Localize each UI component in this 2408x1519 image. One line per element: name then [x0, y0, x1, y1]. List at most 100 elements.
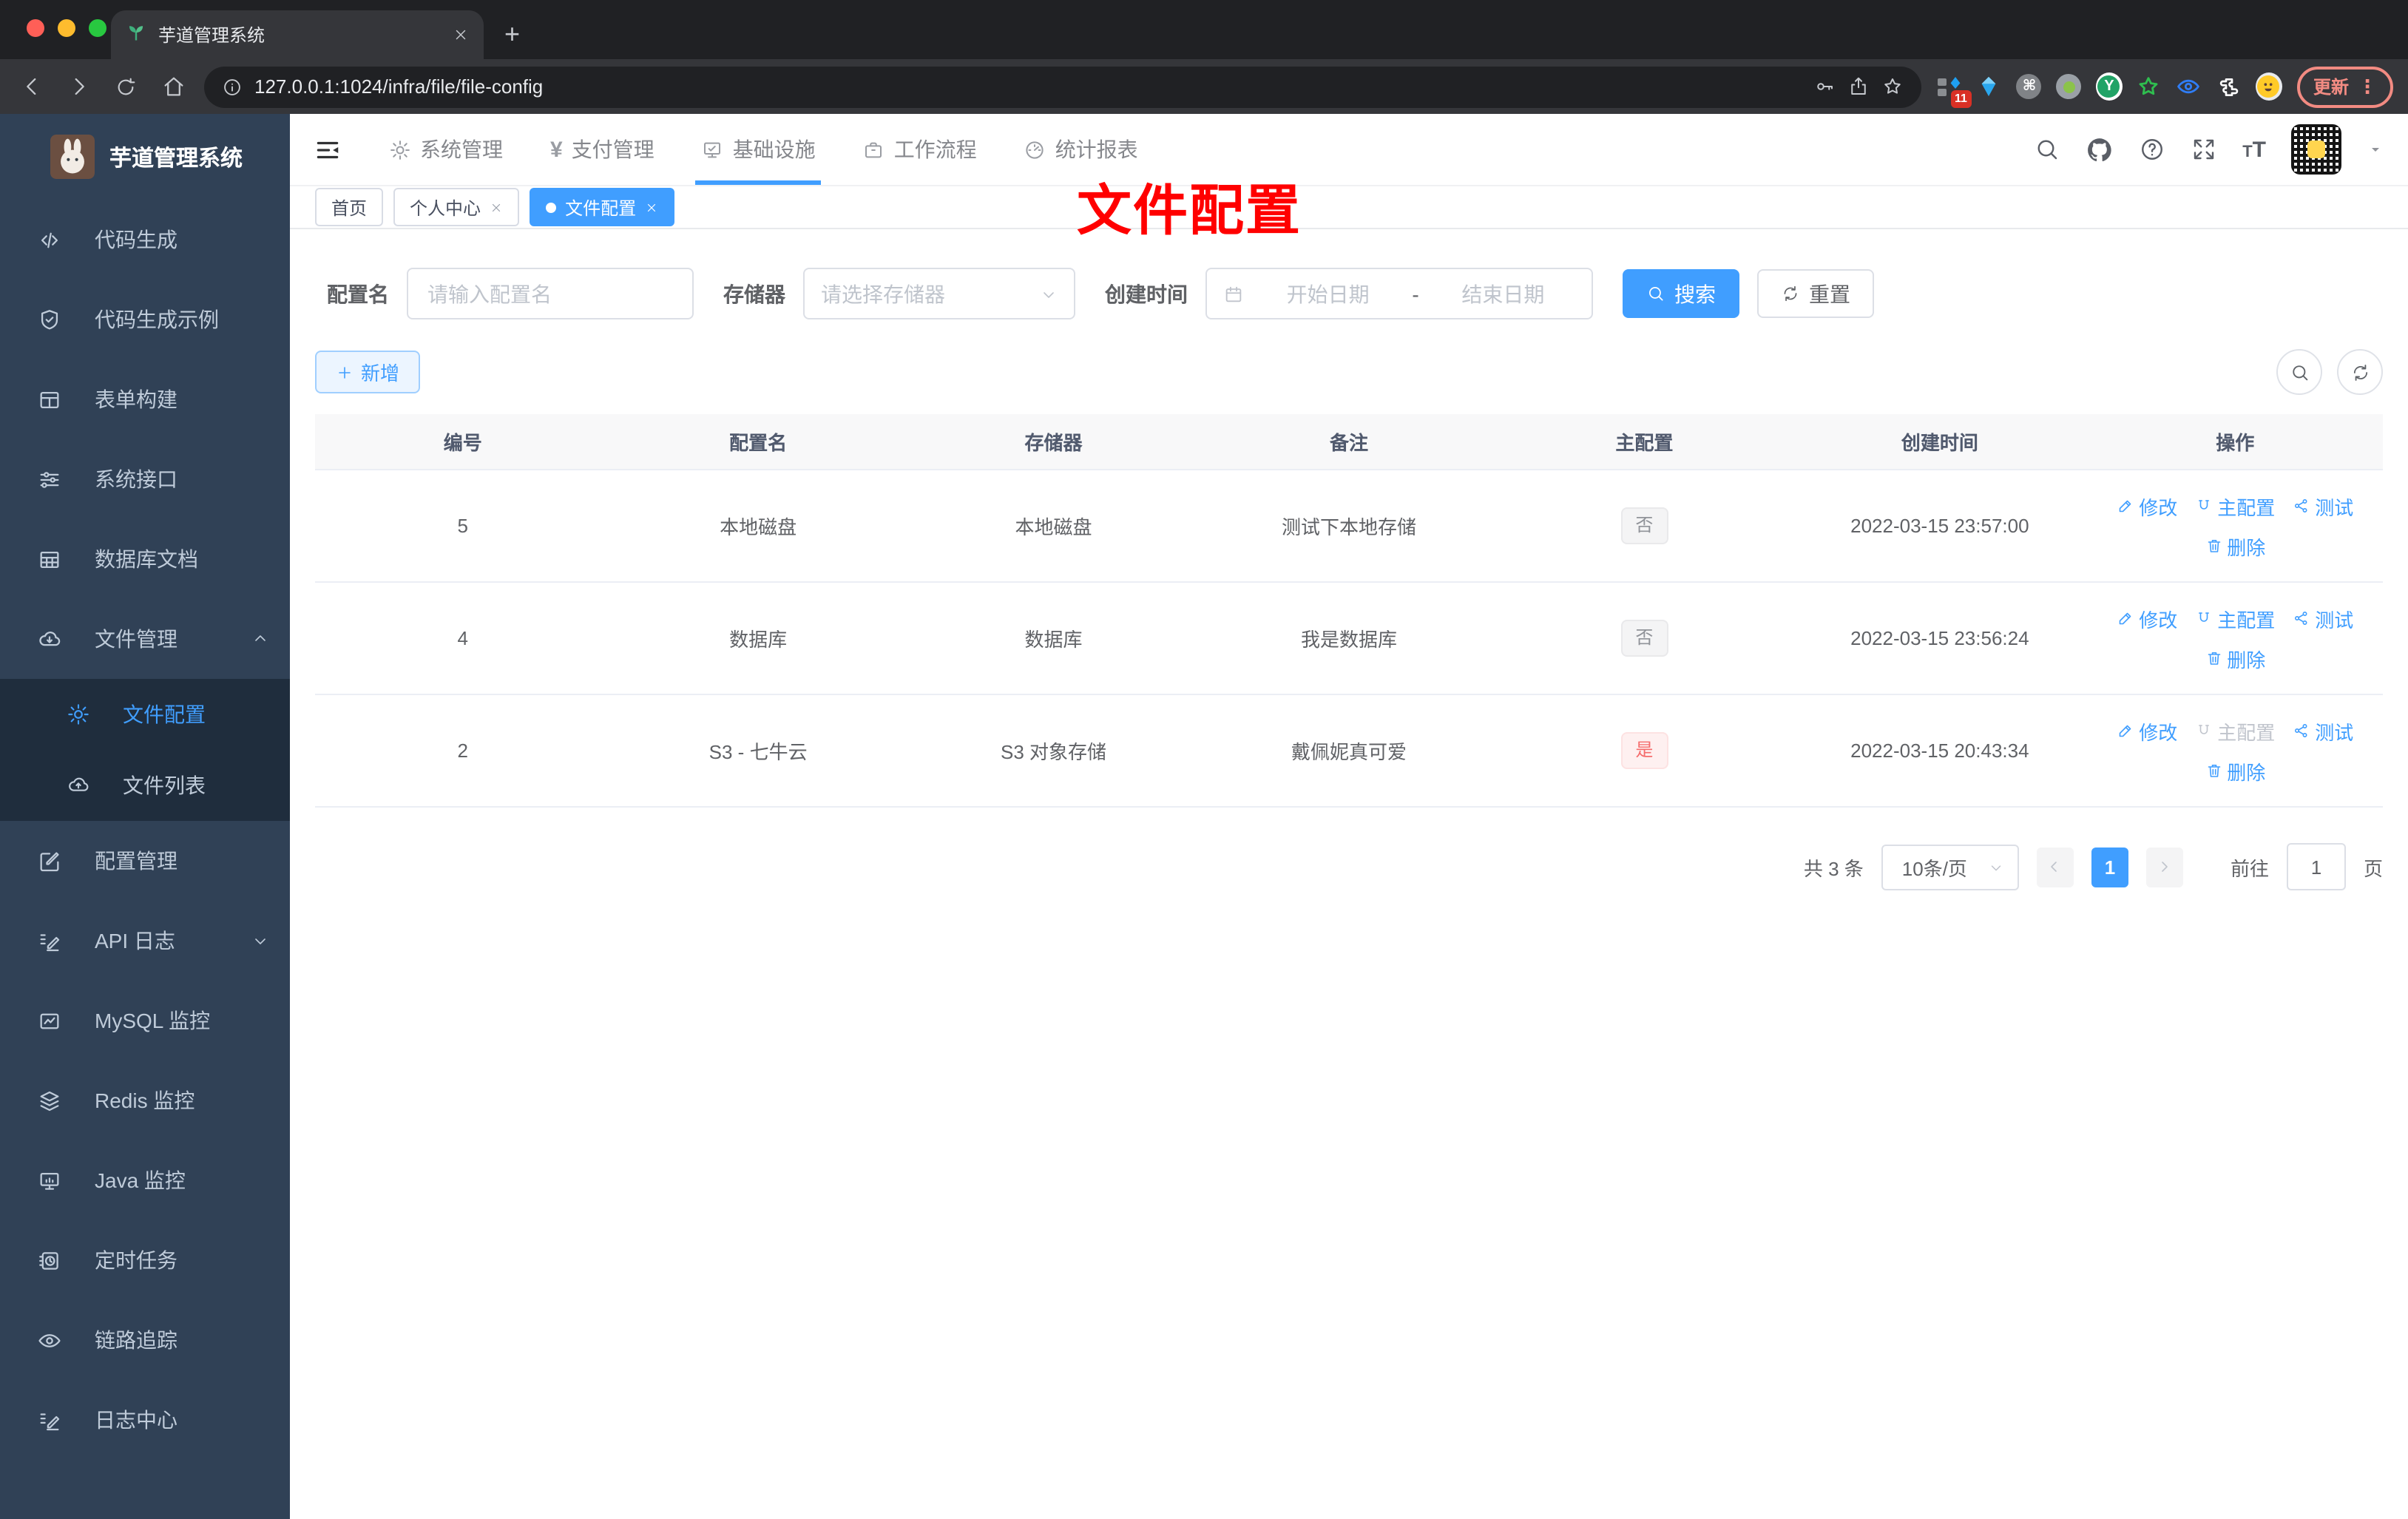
extension-puzzle-icon[interactable] — [2216, 73, 2242, 100]
chevron-down-icon — [1040, 285, 1058, 302]
goto-page-input[interactable] — [2286, 843, 2346, 890]
prev-page-button[interactable] — [2036, 847, 2074, 887]
sidebar-item-trace[interactable]: 链路追踪 — [0, 1300, 290, 1380]
search-icon[interactable] — [2034, 136, 2060, 163]
table-row: 2 S3 - 七牛云 S3 对象存储 戴佩妮真可爱 是 2022-03-15 2… — [315, 694, 2383, 806]
sidebar-item-log-center[interactable]: 日志中心 — [0, 1380, 290, 1460]
sidebar-item-file-management[interactable]: 文件管理 — [0, 599, 290, 679]
extension-blocks-icon[interactable]: 11 — [1936, 73, 1972, 107]
header-tools: TT — [2034, 124, 2384, 175]
close-icon[interactable] — [490, 200, 503, 214]
maximize-window-button[interactable] — [89, 19, 106, 37]
extension-emoji-icon[interactable] — [2255, 72, 2282, 101]
edit-square-icon — [37, 848, 62, 873]
font-size-icon[interactable]: TT — [2242, 137, 2266, 162]
add-button[interactable]: 新增 — [315, 351, 421, 393]
fullscreen-icon[interactable] — [2191, 136, 2217, 163]
browser-tab[interactable]: 芋道管理系统 — [111, 10, 484, 59]
range-separator: - — [1412, 282, 1419, 305]
sidebar-logo-row[interactable]: 芋道管理系统 — [0, 114, 290, 200]
url-text[interactable]: 127.0.0.1:1024/infra/file/file-config — [254, 75, 1802, 98]
config-name-input[interactable] — [425, 280, 676, 307]
close-window-button[interactable] — [27, 19, 44, 37]
forward-button[interactable] — [62, 70, 95, 103]
extensions-area: 11 ⌘ Y — [1936, 72, 2282, 107]
tab-payment-management[interactable]: ¥ 支付管理 — [532, 114, 672, 185]
col-name: 配置名 — [729, 432, 788, 454]
minimize-window-button[interactable] — [58, 19, 75, 37]
back-button[interactable] — [15, 70, 47, 103]
end-date-placeholder[interactable]: 结束日期 — [1431, 279, 1575, 308]
test-link[interactable]: 测试 — [2293, 604, 2353, 632]
bookmark-star-icon[interactable] — [1881, 75, 1904, 98]
sidebar-item-code-demo[interactable]: 代码生成示例 — [0, 280, 290, 359]
tab-infrastructure[interactable]: 基础设施 — [684, 114, 833, 185]
tab-system-management[interactable]: 系统管理 — [371, 114, 521, 185]
sidebar-item-scheduled-tasks[interactable]: 定时任务 — [0, 1220, 290, 1300]
sidebar-item-form-builder[interactable]: 表单构建 — [0, 359, 290, 439]
user-caret-down-icon[interactable] — [2367, 141, 2384, 158]
sidebar-item-system-api[interactable]: 系统接口 — [0, 439, 290, 519]
tab-workflow[interactable]: 工作流程 — [845, 114, 995, 185]
tab-close-icon[interactable] — [453, 27, 469, 43]
extension-gem-icon[interactable] — [1976, 73, 2003, 100]
tag-file-config[interactable]: 文件配置 — [530, 188, 675, 226]
extension-dot-icon[interactable] — [2056, 73, 2083, 100]
edit-link[interactable]: 修改 — [2117, 492, 2177, 520]
edit-link[interactable]: 修改 — [2117, 717, 2177, 745]
share-nodes-icon — [2293, 497, 2310, 515]
home-button[interactable] — [157, 70, 189, 103]
browser-update-button[interactable]: 更新 ⋮ — [2296, 66, 2393, 107]
user-avatar-qr[interactable] — [2291, 124, 2341, 175]
share-icon[interactable] — [1847, 75, 1870, 98]
password-key-icon[interactable] — [1813, 75, 1836, 98]
tag-home[interactable]: 首页 — [315, 188, 384, 226]
sidebar-item-java-monitor[interactable]: Java 监控 — [0, 1140, 290, 1220]
sidebar-item-file-config[interactable]: 文件配置 — [0, 679, 290, 750]
reset-button[interactable]: 重置 — [1757, 269, 1874, 318]
sidebar-item-config-management[interactable]: 配置管理 — [0, 821, 290, 901]
extension-eye-icon[interactable] — [2176, 73, 2202, 100]
test-link[interactable]: 测试 — [2293, 717, 2353, 745]
next-page-button[interactable] — [2145, 847, 2183, 887]
app-header: 系统管理 ¥ 支付管理 基础设施 工作流程 统计报表 TT — [290, 114, 2408, 186]
sidebar-item-api-log[interactable]: API 日志 — [0, 901, 290, 981]
date-range-picker[interactable]: 开始日期 - 结束日期 — [1205, 268, 1593, 319]
reload-button[interactable] — [109, 70, 142, 103]
delete-link[interactable]: 删除 — [2205, 757, 2265, 785]
master-config-link[interactable]: 主配置 — [2195, 492, 2275, 520]
delete-link[interactable]: 删除 — [2205, 532, 2265, 560]
test-link[interactable]: 测试 — [2293, 492, 2353, 520]
sidebar-item-redis-monitor[interactable]: Redis 监控 — [0, 1060, 290, 1140]
address-bar[interactable]: 127.0.0.1:1024/infra/file/file-config — [204, 66, 1921, 107]
sidebar-item-mysql-monitor[interactable]: MySQL 监控 — [0, 981, 290, 1060]
sidebar-item-file-list[interactable]: 文件列表 — [0, 750, 290, 821]
delete-link[interactable]: 删除 — [2205, 644, 2265, 672]
shield-check-icon — [37, 307, 62, 332]
help-icon[interactable] — [2139, 136, 2165, 163]
close-icon[interactable] — [645, 200, 658, 214]
sidebar-item-code-gen[interactable]: 代码生成 — [0, 200, 290, 280]
show-search-button[interactable] — [2276, 349, 2322, 395]
tag-profile[interactable]: 个人中心 — [393, 188, 520, 226]
sidebar-item-db-doc[interactable]: 数据库文档 — [0, 519, 290, 599]
sidebar-menu: 代码生成 代码生成示例 表单构建 系统接口 数据库文档 文件管理 文件配置 文件… — [0, 200, 290, 1519]
new-tab-button[interactable]: + — [504, 19, 520, 50]
start-date-placeholder[interactable]: 开始日期 — [1256, 279, 1400, 308]
site-info-icon[interactable] — [222, 76, 243, 97]
extension-y-icon[interactable]: Y — [2095, 72, 2123, 101]
search-button[interactable]: 搜索 — [1623, 269, 1739, 318]
collapse-sidebar-icon[interactable] — [314, 135, 342, 163]
page-size-select[interactable]: 10条/页 — [1881, 844, 2019, 890]
storage-select[interactable]: 请选择存储器 — [803, 268, 1075, 319]
extension-command-icon[interactable]: ⌘ — [2016, 73, 2043, 100]
favicon-seedling-icon — [126, 22, 146, 47]
browser-menu-dots-icon[interactable]: ⋮ — [2358, 75, 2377, 98]
extension-star-icon[interactable] — [2136, 73, 2162, 100]
page-number-button[interactable]: 1 — [2091, 847, 2128, 887]
github-icon[interactable] — [2086, 135, 2114, 163]
edit-link[interactable]: 修改 — [2117, 604, 2177, 632]
refresh-table-button[interactable] — [2337, 349, 2383, 395]
master-config-link[interactable]: 主配置 — [2195, 604, 2275, 632]
col-remark: 备注 — [1329, 432, 1368, 454]
